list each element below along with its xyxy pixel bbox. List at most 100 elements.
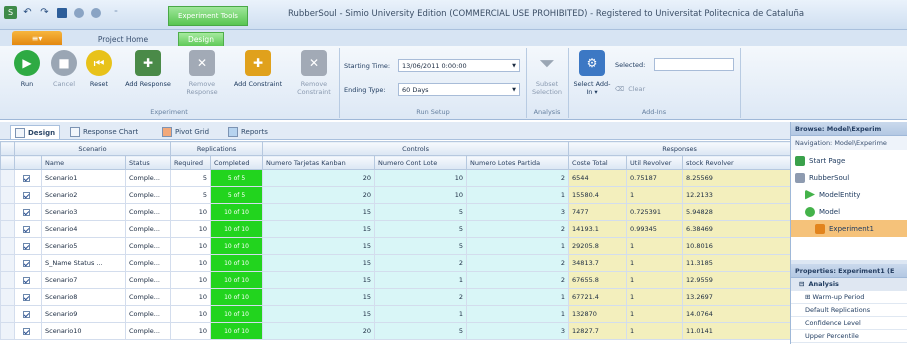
cell-name[interactable]: Scenario5 [41, 237, 126, 255]
cell-status[interactable]: Comple... [124, 186, 172, 204]
table-row[interactable]: Scenario4 Comple... 10 10 of 10 15 5 2 14193.1 0… [0, 220, 790, 238]
cell-coste[interactable]: 132870 [568, 305, 628, 323]
cell-status[interactable]: Comple... [124, 322, 172, 340]
cell-lotes-partida[interactable]: 1 [466, 237, 570, 255]
property-warmup[interactable]: ⊞ Warm-up Period [791, 291, 907, 304]
app-icon[interactable]: S [4, 6, 17, 19]
cell-lotes-partida[interactable]: 1 [466, 186, 570, 204]
cell-cont-lote[interactable]: 2 [374, 288, 468, 306]
include-checkbox[interactable] [14, 322, 42, 340]
cell-util[interactable]: 1 [626, 288, 684, 306]
checkbox-checked-icon[interactable] [23, 242, 30, 250]
checkbox-checked-icon[interactable] [23, 191, 30, 199]
stop-icon[interactable] [89, 6, 102, 19]
cell-kanban[interactable]: 15 [262, 254, 376, 272]
cell-stock[interactable]: 6.38469 [682, 220, 790, 238]
row-selector[interactable] [0, 237, 15, 255]
record-icon[interactable] [72, 6, 85, 19]
tree-item-experiment[interactable]: Experiment1 [791, 220, 907, 237]
cell-util[interactable]: 1 [626, 254, 684, 272]
cell-cont-lote[interactable]: 1 [374, 305, 468, 323]
cell-stock[interactable]: 12.9559 [682, 271, 790, 289]
tab-project-home[interactable]: Project Home [88, 32, 158, 46]
cell-coste[interactable]: 6544 [568, 169, 628, 187]
redo-icon[interactable]: ↷ [38, 6, 51, 19]
cell-cont-lote[interactable]: 10 [374, 169, 468, 187]
cell-required[interactable]: 10 [170, 203, 212, 221]
cell-coste[interactable]: 67721.4 [568, 288, 628, 306]
cell-util[interactable]: 1 [626, 237, 684, 255]
ending-type-select[interactable]: 60 Days ▼ [398, 83, 520, 96]
property-default-replications[interactable]: Default Replications [791, 304, 907, 317]
cell-coste[interactable]: 14193.1 [568, 220, 628, 238]
cell-required[interactable]: 10 [170, 322, 212, 340]
cell-name[interactable]: Scenario9 [41, 305, 126, 323]
include-checkbox[interactable] [14, 169, 42, 187]
reset-button[interactable]: ⏮ Reset [83, 50, 115, 88]
row-selector[interactable] [0, 220, 15, 238]
checkbox-checked-icon[interactable] [23, 259, 30, 267]
cell-completed[interactable]: 10 of 10 [210, 288, 264, 306]
cell-lotes-partida[interactable]: 3 [466, 203, 570, 221]
tab-response-chart[interactable]: Response Chart [70, 125, 138, 139]
select-addin-button[interactable]: ⚙ Select Add-In ▾ [573, 50, 611, 96]
clear-button[interactable]: ⌫ Clear [615, 85, 645, 93]
cell-required[interactable]: 10 [170, 237, 212, 255]
table-row[interactable]: Scenario9 Comple... 10 10 of 10 15 1 1 132870 1 1… [0, 305, 790, 323]
cell-required[interactable]: 10 [170, 288, 212, 306]
cell-lotes-partida[interactable]: 2 [466, 220, 570, 238]
tree-item-model-entity[interactable]: ModelEntity [791, 186, 907, 203]
include-checkbox[interactable] [14, 186, 42, 204]
column-header-kanban[interactable]: Numero Tarjetas Kanban [262, 155, 376, 170]
cell-status[interactable]: Comple... [124, 169, 172, 187]
cell-kanban[interactable]: 15 [262, 288, 376, 306]
cell-lotes-partida[interactable]: 2 [466, 271, 570, 289]
cell-cont-lote[interactable]: 2 [374, 254, 468, 272]
save-icon[interactable] [55, 6, 68, 19]
tab-design[interactable]: Design [178, 32, 224, 46]
remove-response-button[interactable]: ✕ Remove Response [178, 50, 226, 96]
tree-item-start-page[interactable]: Start Page [791, 152, 907, 169]
property-confidence-level[interactable]: Confidence Level [791, 317, 907, 330]
include-checkbox[interactable] [14, 237, 42, 255]
cell-kanban[interactable]: 15 [262, 203, 376, 221]
tree-item-project[interactable]: RubberSoul [791, 169, 907, 186]
cell-util[interactable]: 0.99345 [626, 220, 684, 238]
checkbox-checked-icon[interactable] [23, 327, 30, 335]
include-checkbox[interactable] [14, 271, 42, 289]
file-menu-button[interactable]: ≡▾ [12, 31, 62, 45]
cell-stock[interactable]: 11.3185 [682, 254, 790, 272]
cell-completed[interactable]: 10 of 10 [210, 254, 264, 272]
cell-kanban[interactable]: 15 [262, 305, 376, 323]
cell-coste[interactable]: 34813.7 [568, 254, 628, 272]
cell-lotes-partida[interactable]: 1 [466, 288, 570, 306]
row-selector[interactable] [0, 169, 15, 187]
customize-qat-icon[interactable]: ⁼ [106, 6, 126, 19]
cell-kanban[interactable]: 15 [262, 237, 376, 255]
column-header-util[interactable]: Util Revolver [626, 155, 684, 170]
cell-util[interactable]: 1 [626, 305, 684, 323]
cell-kanban[interactable]: 15 [262, 271, 376, 289]
include-checkbox[interactable] [14, 203, 42, 221]
column-header-stock[interactable]: stock Revolver [682, 155, 790, 170]
table-row[interactable]: S_Name Status ... Comple... 10 10 of 10 15 2 2… [0, 254, 790, 272]
cell-required[interactable]: 5 [170, 186, 212, 204]
table-row[interactable]: Scenario3 Comple... 10 10 of 10 15 5 3 7477 0.72… [0, 203, 790, 221]
tree-item-model[interactable]: Model [791, 203, 907, 220]
checkbox-checked-icon[interactable] [23, 225, 30, 233]
include-checkbox[interactable] [14, 254, 42, 272]
cell-cont-lote[interactable]: 5 [374, 322, 468, 340]
cell-stock[interactable]: 12.2133 [682, 186, 790, 204]
cell-name[interactable]: S_Name Status ... [41, 254, 126, 272]
cell-name[interactable]: Scenario8 [41, 288, 126, 306]
column-header-lotes-partida[interactable]: Numero Lotes Partida [466, 155, 570, 170]
cell-coste[interactable]: 67655.8 [568, 271, 628, 289]
cell-status[interactable]: Comple... [124, 288, 172, 306]
cancel-button[interactable]: ■ Cancel [47, 50, 81, 88]
cell-completed[interactable]: 10 of 10 [210, 305, 264, 323]
cell-util[interactable]: 0.725391 [626, 203, 684, 221]
cell-kanban[interactable]: 20 [262, 322, 376, 340]
cell-stock[interactable]: 5.94828 [682, 203, 790, 221]
cell-kanban[interactable]: 20 [262, 186, 376, 204]
column-header-cont-lote[interactable]: Numero Cont Lote [374, 155, 468, 170]
